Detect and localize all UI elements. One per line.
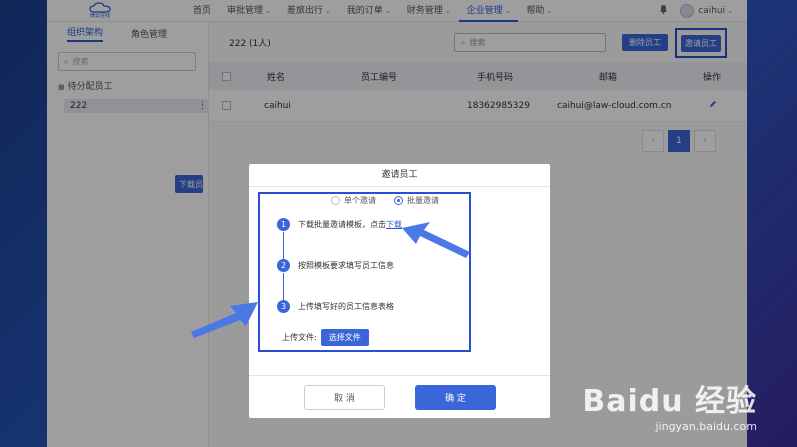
cancel-button[interactable]: 取 消 (304, 385, 385, 410)
step-number: 1 (277, 218, 290, 231)
watermark-title: Baidu 经验 (582, 384, 757, 419)
step-1: 1 下载批量邀请模板，点击 下载 (277, 218, 402, 231)
invite-modal: 邀请员工 单个邀请 批量邀请 1 下载批量邀请模板，点击 下载 2 按照模板要求… (249, 164, 550, 418)
step-number: 3 (277, 300, 290, 313)
step-text: 按照模板要求填写员工信息 (298, 261, 394, 270)
confirm-button[interactable]: 确 定 (415, 385, 496, 410)
choose-file-button[interactable]: 选择文件 (320, 329, 369, 346)
step-text: 上传填写好的员工信息表格 (298, 302, 394, 311)
watermark-url: jingyan.baidu.com (655, 420, 757, 433)
watermark: Baidu 经验 jingyan.baidu.com (582, 376, 757, 433)
radio-batch[interactable] (394, 196, 403, 205)
step-connector (283, 232, 284, 260)
modal-divider (249, 375, 550, 376)
step-2: 2 按照模板要求填写员工信息 (277, 259, 394, 272)
radio-single[interactable] (331, 196, 340, 205)
step-number: 2 (277, 259, 290, 272)
pointer-arrow-icon (402, 222, 470, 258)
pointer-arrow-icon (191, 302, 258, 338)
steps-highlight-box (258, 192, 471, 352)
upload-row: 上传文件: 选择文件 (282, 329, 369, 346)
step-3: 3 上传填写好的员工信息表格 (277, 300, 394, 313)
radio-single-label: 单个邀请 (344, 196, 376, 205)
radio-batch-label: 批量邀请 (407, 196, 439, 205)
modal-title: 邀请员工 (249, 164, 550, 187)
invite-mode-radio-group: 单个邀请 批量邀请 (331, 195, 439, 206)
step-text: 下载批量邀请模板，点击 (298, 220, 386, 229)
upload-label: 上传文件: (282, 333, 317, 342)
step-connector (283, 273, 284, 301)
